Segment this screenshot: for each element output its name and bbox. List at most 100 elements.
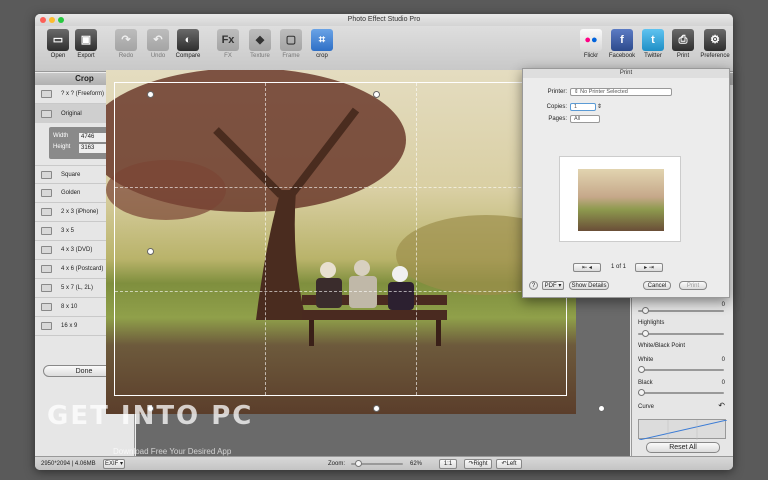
crop-handle-left[interactable] (147, 248, 154, 255)
zoom-slider[interactable] (351, 460, 403, 467)
golden-crop-icon (41, 189, 52, 197)
export-button[interactable]: ▣ Export (69, 29, 103, 59)
crop-button[interactable]: ⌗ crop (305, 29, 339, 59)
black-label: Black (638, 380, 653, 386)
highlights-slider[interactable] (638, 330, 724, 337)
width-label: Width (53, 133, 69, 139)
dvd-crop-icon (41, 246, 52, 254)
facebook-button[interactable]: f Facebook (605, 29, 639, 59)
copies-label: Copies: (546, 104, 567, 110)
pages-select[interactable]: All (570, 115, 600, 123)
black-value: 0 (721, 380, 725, 386)
grid-line (416, 83, 417, 395)
gear-icon: ⚙ (704, 29, 726, 51)
printer-icon: ⎙ (672, 29, 694, 51)
widescreen-crop-icon (41, 322, 52, 330)
postcard-crop-icon (41, 265, 52, 273)
printer-label: Printer: (547, 89, 567, 95)
texture-button[interactable]: ◆ Texture (243, 29, 277, 59)
white-slider[interactable] (638, 366, 724, 373)
cancel-button[interactable]: Cancel (643, 281, 671, 290)
zoom-slider-knob[interactable] (355, 460, 362, 467)
crop-icon: ⌗ (311, 29, 333, 51)
zoom-value: 62% (410, 461, 423, 467)
pdf-menu-button[interactable]: PDF ▾ (542, 281, 564, 290)
twitter-icon: t (642, 29, 664, 51)
pages-label: Pages: (548, 116, 567, 122)
redo-button[interactable]: ↷ Redo (109, 29, 143, 59)
undo-icon: ↶ (147, 29, 169, 51)
white-black-point-label: White/Black Point (638, 343, 686, 349)
help-button[interactable]: ? (529, 281, 538, 290)
preference-button[interactable]: ⚙ Preference (698, 29, 732, 59)
curve-graph (638, 419, 728, 441)
slider-knob[interactable] (642, 307, 649, 314)
copies-stepper-icon[interactable]: ⇕ (597, 103, 602, 110)
show-details-button[interactable]: Show Details (569, 281, 609, 290)
iphone-crop-icon (41, 208, 52, 216)
next-page-buttons[interactable]: ▸ ⇥ (635, 263, 663, 272)
crop-handle-bottom[interactable] (373, 405, 380, 412)
save-icon: ▣ (75, 29, 97, 51)
fx-button[interactable]: Fx FX (211, 29, 245, 59)
slider-knob[interactable] (642, 330, 649, 337)
curve-label: Curve (638, 404, 655, 410)
print-preview (559, 156, 681, 242)
adjust-value-8: 0 (721, 302, 725, 308)
crop-handle-top-left[interactable] (147, 91, 154, 98)
printer-select[interactable]: ⇕ No Printer Selected (570, 88, 672, 96)
title-bar: Photo Effect Studio Pro (35, 14, 733, 26)
exif-button[interactable]: EXIF ▾ (103, 459, 125, 469)
window-title: Photo Effect Studio Pro (347, 16, 421, 23)
height-label: Height (53, 144, 71, 150)
compare-icon: ◐ (177, 29, 199, 51)
white-value: 0 (721, 357, 725, 363)
prev-page-buttons[interactable]: ⇤ ◂ (573, 263, 601, 272)
square-crop-icon (41, 170, 52, 179)
flickr-button[interactable]: ●● Flickr (574, 29, 608, 59)
close-window-button[interactable] (40, 17, 46, 23)
rotate-left-button[interactable]: ↶Left (496, 459, 522, 469)
ratio-crop-icon (41, 227, 52, 235)
highlights-label: Highlights (638, 320, 665, 326)
frame-button[interactable]: ▢ Frame (274, 29, 308, 59)
twitter-button[interactable]: t Twitter (636, 29, 670, 59)
print-crop-icon (41, 303, 52, 311)
print-button[interactable]: ⎙ Print (666, 29, 700, 59)
rotate-right-button[interactable]: ↷Right (464, 459, 492, 469)
compare-button[interactable]: ◐ Compare (171, 29, 205, 59)
photo-crop-icon (41, 284, 52, 292)
preview-thumbnail (578, 169, 664, 231)
undo-button[interactable]: ↶ Undo (141, 29, 175, 59)
watermark-tagline: Download Free Your Desired App (113, 447, 232, 456)
print-confirm-button[interactable]: Print (679, 281, 707, 290)
freeform-crop-icon (41, 90, 52, 98)
actual-size-button[interactable]: 1:1 (439, 459, 457, 469)
toolbar: ▭ Open ▣ Export ↷ Redo ↶ Undo ◐ Compare Fx FX … (35, 26, 733, 72)
curve-reset-icon[interactable]: ↶ (718, 401, 725, 410)
frame-icon: ▢ (280, 29, 302, 51)
slider-knob[interactable] (638, 389, 645, 396)
zoom-label: Zoom: (328, 461, 346, 467)
curve-editor[interactable] (638, 419, 728, 441)
white-label: White (638, 357, 654, 363)
crop-handle-bottom-right[interactable] (598, 405, 605, 412)
original-crop-icon (41, 109, 52, 118)
crop-handle-top[interactable] (373, 91, 380, 98)
zoom-window-button[interactable] (58, 17, 64, 23)
minimize-window-button[interactable] (49, 17, 55, 23)
copies-input[interactable]: 1 (570, 103, 596, 111)
texture-icon: ◆ (249, 29, 271, 51)
grid-line (115, 291, 566, 292)
print-dialog-title: Print (523, 69, 729, 78)
fx-icon: Fx (217, 29, 239, 51)
print-dialog: Print Printer: ⇕ No Printer Selected Cop… (522, 68, 730, 298)
grid-line (115, 187, 566, 188)
shadows-slider[interactable] (638, 307, 724, 314)
watermark-logo: GET INTO PC (47, 401, 254, 431)
slider-knob[interactable] (638, 366, 645, 373)
reset-all-button[interactable]: Reset All (646, 442, 720, 453)
black-slider[interactable] (638, 389, 724, 396)
image-dimensions: 2950*2094 | 4.06MB (41, 461, 96, 467)
crop-rectangle[interactable] (114, 82, 567, 396)
